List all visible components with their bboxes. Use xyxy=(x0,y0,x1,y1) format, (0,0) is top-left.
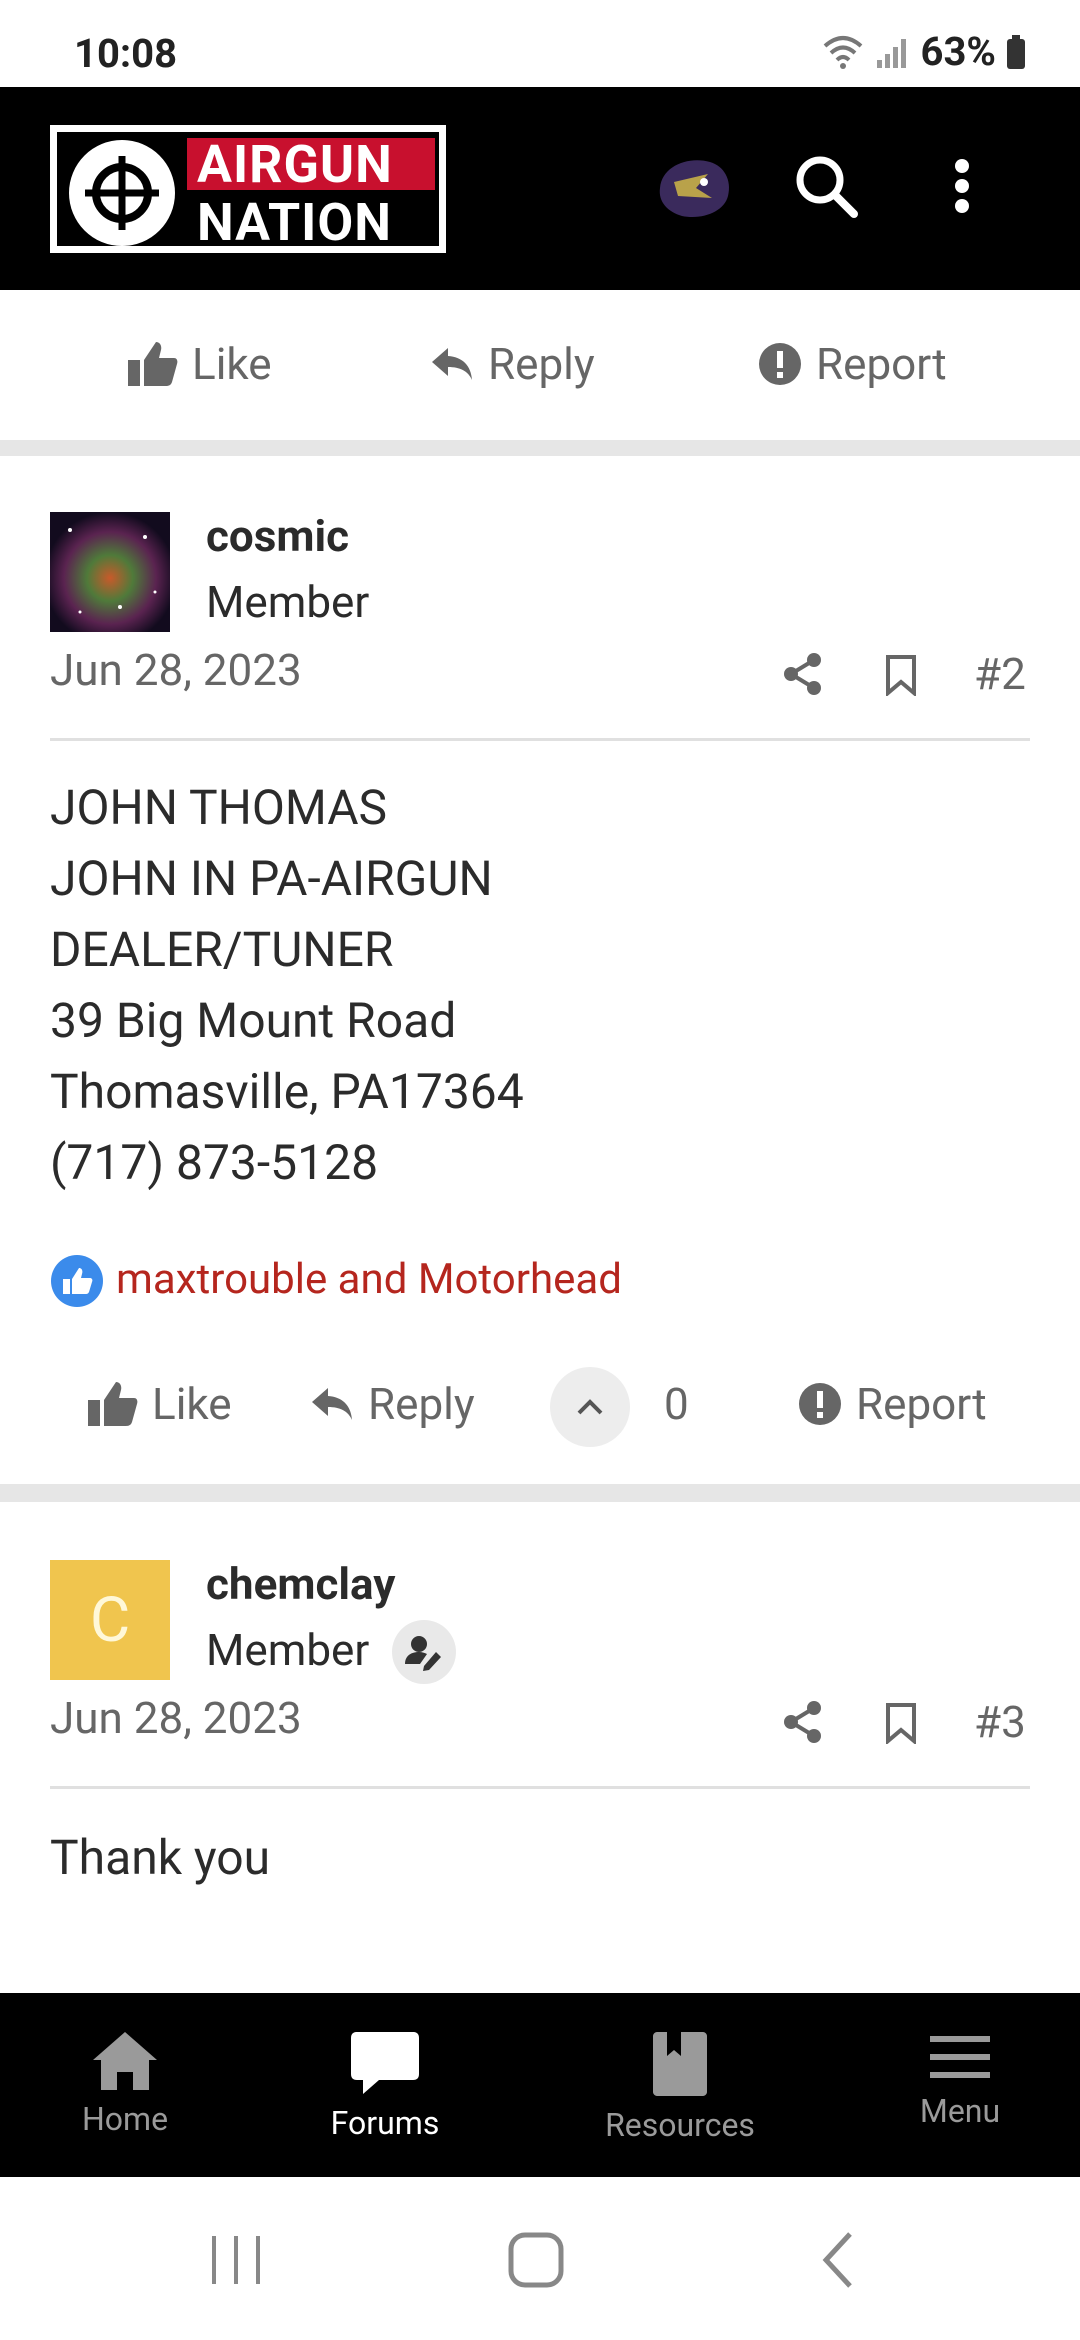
nav-home-label: Home xyxy=(81,2100,169,2138)
report-button[interactable]: Report xyxy=(758,338,947,390)
user-avatar[interactable] xyxy=(652,152,734,224)
report-label: Report xyxy=(816,338,947,390)
share-icon[interactable] xyxy=(782,652,824,696)
body-line: Thomasville, PA17364 xyxy=(50,1063,524,1120)
back-icon[interactable] xyxy=(818,2230,858,2290)
alert-circle-icon xyxy=(759,343,801,385)
nav-resources-label: Resources xyxy=(605,2106,755,2144)
user-role: Member xyxy=(206,576,370,628)
like-label: Like xyxy=(152,1378,232,1430)
avatar-letter: C xyxy=(89,1583,131,1657)
staff-badge-icon[interactable] xyxy=(392,1620,456,1684)
like-button[interactable]: Like xyxy=(86,1378,232,1430)
post-date[interactable]: Jun 28, 2023 xyxy=(50,1692,302,1744)
thumbs-up-icon xyxy=(128,342,178,386)
post-header-divider xyxy=(50,738,1030,741)
book-icon xyxy=(653,2032,707,2096)
body-line: 39 Big Mount Road xyxy=(50,992,457,1049)
like-label: Like xyxy=(192,338,272,390)
status-icons: 63% xyxy=(821,28,1026,75)
like-reaction-icon xyxy=(51,1255,103,1307)
username[interactable]: cosmic xyxy=(206,510,349,562)
nav-resources[interactable]: Resources xyxy=(580,2030,780,2144)
recent-apps-icon[interactable] xyxy=(206,2232,266,2288)
body-line: JOHN IN PA-AIRGUN xyxy=(50,850,493,907)
avatar[interactable]: C xyxy=(50,1560,170,1680)
report-label: Report xyxy=(856,1378,987,1430)
home-icon xyxy=(93,2032,157,2090)
reply-icon xyxy=(432,348,472,380)
nav-menu[interactable]: Menu xyxy=(860,2030,1060,2130)
wifi-icon xyxy=(823,35,862,69)
post-number[interactable]: #3 xyxy=(974,1696,1026,1748)
thumbs-up-icon xyxy=(88,1382,138,1426)
report-button[interactable]: Report xyxy=(798,1378,987,1430)
post-date[interactable]: Jun 28, 2023 xyxy=(50,644,302,696)
nav-menu-label: Menu xyxy=(919,2092,1001,2130)
user-role: Member xyxy=(206,1624,370,1676)
alert-circle-icon xyxy=(799,1383,841,1425)
home-system-icon[interactable] xyxy=(506,2230,566,2290)
post-number[interactable]: #2 xyxy=(974,648,1026,700)
status-bar: 10:08 63% xyxy=(0,0,1080,87)
reaction-users-link[interactable]: maxtrouble and Motorhead xyxy=(116,1255,622,1304)
nav-home[interactable]: Home xyxy=(25,2030,225,2138)
avatar[interactable] xyxy=(50,512,170,632)
more-vert-icon[interactable] xyxy=(942,150,982,222)
airgun-nation-logo[interactable]: AIRGUN NATION xyxy=(50,125,446,253)
share-icon[interactable] xyxy=(782,1700,824,1744)
battery-icon xyxy=(1007,34,1025,69)
nav-forums[interactable]: Forums xyxy=(285,2030,485,2142)
search-icon[interactable] xyxy=(790,150,862,222)
post-body: Thank you xyxy=(50,1829,271,1886)
post-body: JOHN THOMAS JOHN IN PA-AIRGUN DEALER/TUN… xyxy=(50,772,524,1198)
body-line: (717) 873-5128 xyxy=(50,1134,379,1191)
battery-percent: 63% xyxy=(920,28,996,75)
hamburger-menu-icon xyxy=(930,2036,990,2078)
upvote-button[interactable] xyxy=(550,1367,630,1447)
bookmark-icon[interactable] xyxy=(884,654,918,696)
reply-label: Reply xyxy=(488,338,595,390)
logo-text-line2: NATION xyxy=(197,192,392,253)
chevron-up-icon xyxy=(577,1399,603,1415)
status-time: 10:08 xyxy=(74,30,178,77)
crosshair-icon xyxy=(69,140,175,246)
bookmark-icon[interactable] xyxy=(884,1702,918,1744)
reply-button[interactable]: Reply xyxy=(310,1378,475,1430)
like-button[interactable]: Like xyxy=(126,338,272,390)
reply-button[interactable]: Reply xyxy=(430,338,595,390)
chat-bubble-icon xyxy=(351,2032,419,2094)
post-header-divider xyxy=(50,1786,1030,1789)
signal-icon xyxy=(876,38,906,68)
reply-label: Reply xyxy=(368,1378,475,1430)
post-divider xyxy=(0,1484,1080,1502)
body-line: JOHN THOMAS xyxy=(50,779,388,836)
username[interactable]: chemclay xyxy=(206,1558,395,1610)
nav-forums-label: Forums xyxy=(330,2104,440,2142)
post-divider xyxy=(0,440,1080,456)
body-line: DEALER/TUNER xyxy=(50,921,394,978)
logo-text-line1: AIRGUN xyxy=(197,134,393,195)
reply-icon xyxy=(312,1388,352,1420)
vote-count: 0 xyxy=(664,1378,689,1430)
